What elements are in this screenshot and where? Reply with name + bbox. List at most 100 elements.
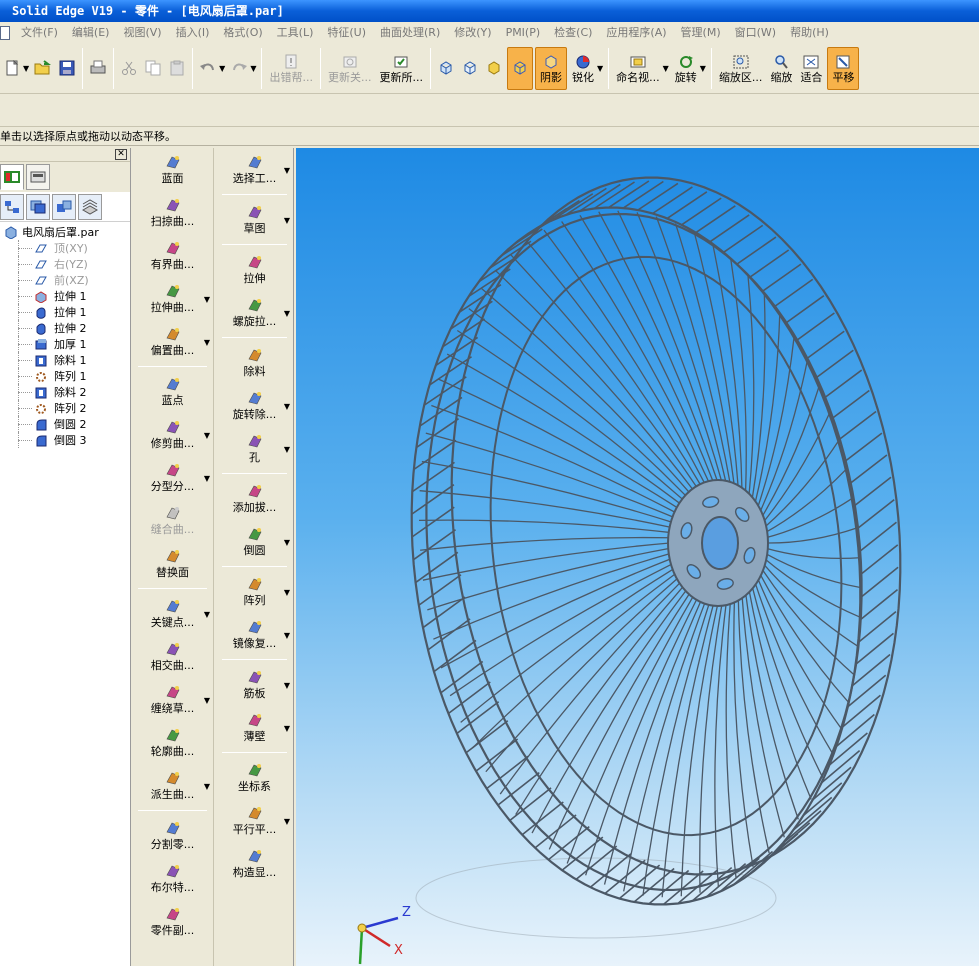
open-button[interactable] — [31, 44, 55, 93]
command-dropdown-arrow[interactable]: ▼ — [204, 295, 210, 304]
menu-edit[interactable]: 编辑(E) — [65, 22, 117, 44]
command-button[interactable]: 添加拔... — [216, 477, 293, 520]
command-button[interactable]: 薄壁 ▼ — [216, 706, 293, 749]
zoom-area-button[interactable]: 缩放区... — [715, 44, 767, 93]
command-dropdown-arrow[interactable]: ▼ — [284, 309, 290, 318]
menu-surfacing[interactable]: 曲面处理(R) — [373, 22, 447, 44]
sharpen-button[interactable]: 锐化 — [568, 44, 598, 93]
hidden-edges-view-button[interactable] — [458, 44, 482, 93]
new-button[interactable] — [0, 44, 24, 93]
command-dropdown-arrow[interactable]: ▼ — [284, 538, 290, 547]
error-help-button[interactable]: 出错帮... — [265, 44, 317, 93]
command-dropdown-arrow[interactable]: ▼ — [284, 445, 290, 454]
command-button[interactable]: 轮廓曲... — [132, 721, 213, 764]
tree-item[interactable]: 倒圆 3 — [4, 432, 130, 448]
command-button[interactable]: 旋转除... ▼ — [216, 384, 293, 427]
cut-button[interactable] — [117, 44, 141, 93]
command-button[interactable]: 缠绕草... ▼ — [132, 678, 213, 721]
shaded-edges-view-button[interactable] — [506, 47, 533, 90]
command-button[interactable]: 有界曲... — [132, 234, 213, 277]
close-icon[interactable]: ✕ — [115, 149, 127, 160]
rotate-button[interactable]: 旋转 — [671, 44, 701, 93]
command-dropdown-arrow[interactable]: ▼ — [204, 474, 210, 483]
zoom-button[interactable]: 缩放 — [766, 44, 796, 93]
command-dropdown-arrow[interactable]: ▼ — [284, 681, 290, 690]
graphics-viewport[interactable]: ZX — [296, 148, 979, 966]
command-dropdown-arrow[interactable]: ▼ — [284, 817, 290, 826]
tree-item[interactable]: 除料 1 — [4, 352, 130, 368]
tree-item[interactable]: 倒圆 2 — [4, 416, 130, 432]
command-dropdown-arrow[interactable]: ▼ — [284, 402, 290, 411]
paste-button[interactable] — [165, 44, 189, 93]
menu-help[interactable]: 帮助(H) — [783, 22, 836, 44]
tab-sensors[interactable] — [52, 194, 76, 220]
shading-button[interactable]: 阴影 — [534, 47, 567, 90]
document-icon[interactable] — [0, 26, 10, 40]
tab-layers[interactable] — [26, 194, 50, 220]
command-button[interactable]: 选择工... ▼ — [216, 148, 293, 191]
menu-file[interactable]: 文件(F) — [14, 22, 65, 44]
tab-family[interactable] — [78, 194, 102, 220]
command-button[interactable]: 拉伸曲... ▼ — [132, 277, 213, 320]
command-button[interactable]: 缝合曲... — [132, 499, 213, 542]
tab-feature-tree[interactable] — [0, 194, 24, 220]
command-dropdown-arrow[interactable]: ▼ — [204, 782, 210, 791]
command-button[interactable]: 布尔特... — [132, 857, 213, 900]
save-button[interactable] — [55, 44, 79, 93]
update-links-button[interactable]: 更新关... — [324, 44, 376, 93]
command-button[interactable]: 螺旋拉... ▼ — [216, 291, 293, 334]
command-dropdown-arrow[interactable]: ▼ — [284, 166, 290, 175]
command-dropdown-arrow[interactable]: ▼ — [204, 610, 210, 619]
command-button[interactable]: 蓝面 — [132, 148, 213, 191]
tree-item[interactable]: 阵列 1 — [4, 368, 130, 384]
tree-item[interactable]: 加厚 1 — [4, 336, 130, 352]
command-button[interactable]: 筋板 ▼ — [216, 663, 293, 706]
menu-format[interactable]: 格式(O) — [216, 22, 269, 44]
command-button[interactable]: 镜像复... ▼ — [216, 613, 293, 656]
command-button[interactable]: 关键点... ▼ — [132, 592, 213, 635]
visible-edges-view-button[interactable] — [482, 44, 506, 93]
tree-item[interactable]: 阵列 2 — [4, 400, 130, 416]
tab-library[interactable] — [26, 164, 50, 190]
update-all-button[interactable]: 更新所... — [375, 44, 427, 93]
menu-modify[interactable]: 修改(Y) — [447, 22, 498, 44]
command-button[interactable]: 除料 — [216, 341, 293, 384]
pan-button[interactable]: 平移 — [827, 47, 860, 90]
command-button[interactable]: 平行平... ▼ — [216, 799, 293, 842]
menu-applications[interactable]: 应用程序(A) — [599, 22, 673, 44]
command-button[interactable]: 分型分... ▼ — [132, 456, 213, 499]
command-button[interactable]: 零件副... — [132, 900, 213, 943]
tree-item[interactable]: 拉伸 1 — [4, 304, 130, 320]
tree-item[interactable]: 除料 2 — [4, 384, 130, 400]
command-button[interactable]: 替换面 — [132, 542, 213, 585]
command-button[interactable]: 阵列 ▼ — [216, 570, 293, 613]
command-dropdown-arrow[interactable]: ▼ — [284, 216, 290, 225]
print-button[interactable] — [86, 44, 110, 93]
command-button[interactable]: 坐标系 — [216, 756, 293, 799]
menu-insert[interactable]: 插入(I) — [169, 22, 217, 44]
command-button[interactable]: 倒圆 ▼ — [216, 520, 293, 563]
copy-button[interactable] — [141, 44, 165, 93]
tree-item[interactable]: 拉伸 2 — [4, 320, 130, 336]
menu-inspect[interactable]: 检查(C) — [547, 22, 599, 44]
wireframe-view-button[interactable] — [434, 44, 458, 93]
command-button[interactable]: 派生曲... ▼ — [132, 764, 213, 807]
command-button[interactable]: 扫掠曲... — [132, 191, 213, 234]
command-button[interactable]: 构造显... — [216, 842, 293, 885]
command-dropdown-arrow[interactable]: ▼ — [284, 631, 290, 640]
command-button[interactable]: 相交曲... — [132, 635, 213, 678]
menu-manage[interactable]: 管理(M) — [674, 22, 728, 44]
command-button[interactable]: 分割零... — [132, 814, 213, 857]
tree-item[interactable]: 顶(XY) — [4, 240, 130, 256]
command-dropdown-arrow[interactable]: ▼ — [204, 338, 210, 347]
tree-item[interactable]: 右(YZ) — [4, 256, 130, 272]
command-dropdown-arrow[interactable]: ▼ — [284, 724, 290, 733]
command-dropdown-arrow[interactable]: ▼ — [284, 588, 290, 597]
tab-pathfinder[interactable] — [0, 164, 24, 190]
command-dropdown-arrow[interactable]: ▼ — [204, 696, 210, 705]
menu-tools[interactable]: 工具(L) — [270, 22, 321, 44]
menu-view[interactable]: 视图(V) — [116, 22, 168, 44]
menu-pmi[interactable]: PMI(P) — [499, 22, 548, 44]
undo-button[interactable] — [196, 44, 220, 93]
command-dropdown-arrow[interactable]: ▼ — [204, 431, 210, 440]
